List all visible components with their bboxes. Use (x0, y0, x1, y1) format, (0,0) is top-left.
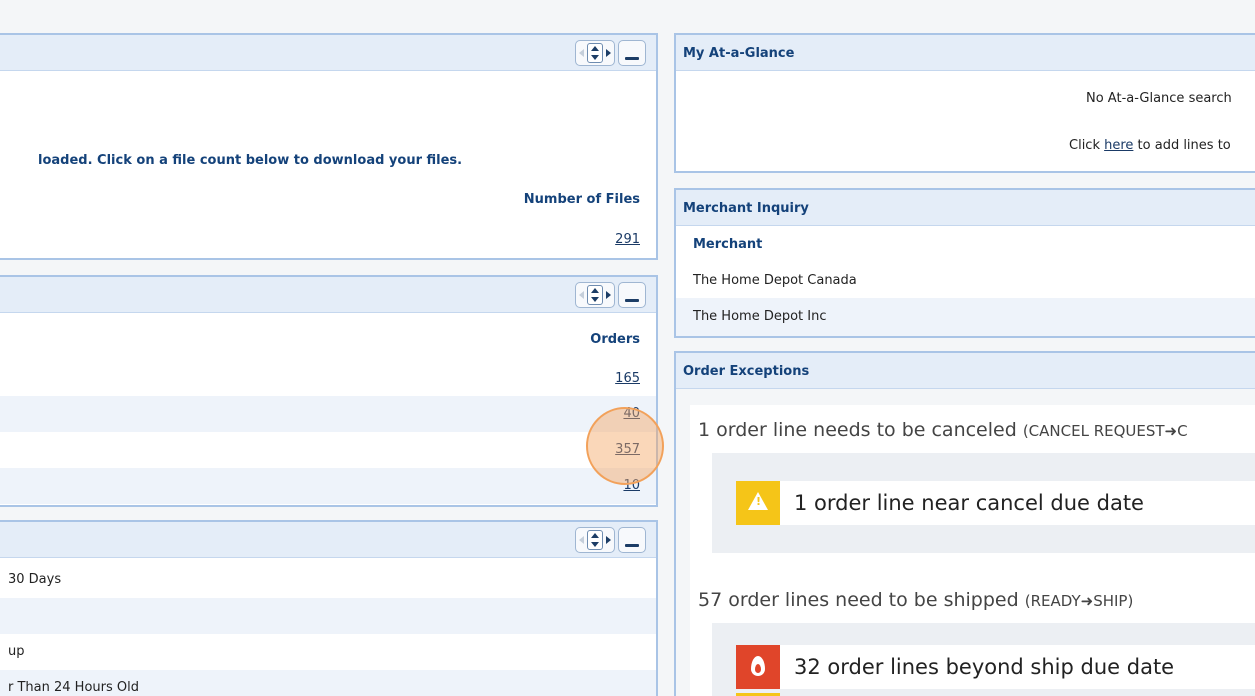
table-row-alt (0, 396, 656, 432)
add-here-link[interactable]: here (1104, 138, 1133, 153)
panel-title: Order Exceptions (683, 364, 810, 379)
merchant-row[interactable]: The Home Depot Inc (693, 309, 827, 324)
minimize-icon[interactable] (618, 282, 646, 308)
orders-panel: Orders 165 40 357 10 (0, 275, 658, 507)
table-row-alt (0, 598, 656, 634)
reorder-arrows-icon[interactable] (575, 282, 615, 308)
exception-group-box: 32 order lines beyond ship due date (712, 623, 1255, 696)
exception-group-box: 1 order line near cancel due date (712, 453, 1255, 553)
panel-title: Merchant Inquiry (683, 201, 809, 216)
panel-header (0, 277, 656, 313)
orders-count-link[interactable]: 165 (615, 371, 640, 386)
summary-panel: 30 Days up r Than 24 Hours Old (0, 520, 658, 696)
number-of-files-header: Number of Files (523, 192, 640, 207)
reorder-arrows-icon[interactable] (575, 527, 615, 553)
panel-header: My At-a-Glance (676, 35, 1255, 71)
at-a-glance-panel: My At-a-Glance No At-a-Glance search Cli… (674, 33, 1255, 173)
warning-icon (736, 481, 780, 525)
file-count-link[interactable]: 291 (615, 232, 640, 247)
no-search-text: No At-a-Glance search (1086, 91, 1232, 106)
panel-header: Order Exceptions (676, 353, 1255, 389)
exception-group-title[interactable]: 1 order line needs to be canceled (CANCE… (698, 419, 1188, 441)
minimize-icon[interactable] (618, 40, 646, 66)
exceptions-body: 1 order line needs to be canceled (CANCE… (690, 405, 1255, 696)
panel-controls (575, 527, 646, 553)
exception-item[interactable]: 32 order lines beyond ship due date (736, 645, 1255, 689)
exception-item[interactable]: 1 order line near cancel due date (736, 481, 1255, 525)
merchant-header: Merchant (693, 237, 763, 252)
order-exceptions-panel: Order Exceptions 1 order line needs to b… (674, 351, 1255, 696)
reorder-arrows-icon[interactable] (575, 40, 615, 66)
minimize-icon[interactable] (618, 527, 646, 553)
fire-icon (736, 645, 780, 689)
panel-controls (575, 40, 646, 66)
merchant-row[interactable]: The Home Depot Canada (693, 273, 857, 288)
panel-header: Merchant Inquiry (676, 190, 1255, 226)
exception-group-title[interactable]: 57 order lines need to be shipped (READY… (698, 589, 1133, 611)
summary-row-label[interactable]: up (8, 644, 25, 659)
panel-header (0, 35, 656, 71)
summary-row-label[interactable]: r Than 24 Hours Old (8, 680, 139, 695)
panel-title: My At-a-Glance (683, 46, 795, 61)
table-row-alt (0, 468, 656, 504)
summary-row-label[interactable]: 30 Days (8, 572, 61, 587)
click-highlight (586, 407, 664, 485)
panel-controls (575, 282, 646, 308)
panel-header (0, 522, 656, 558)
download-message: loaded. Click on a file count below to d… (38, 153, 463, 168)
merchant-inquiry-panel: Merchant Inquiry Merchant The Home Depot… (674, 188, 1255, 338)
orders-header: Orders (590, 332, 640, 347)
file-downloads-panel: loaded. Click on a file count below to d… (0, 33, 658, 260)
add-lines-text: Click here to add lines to (1069, 138, 1231, 153)
